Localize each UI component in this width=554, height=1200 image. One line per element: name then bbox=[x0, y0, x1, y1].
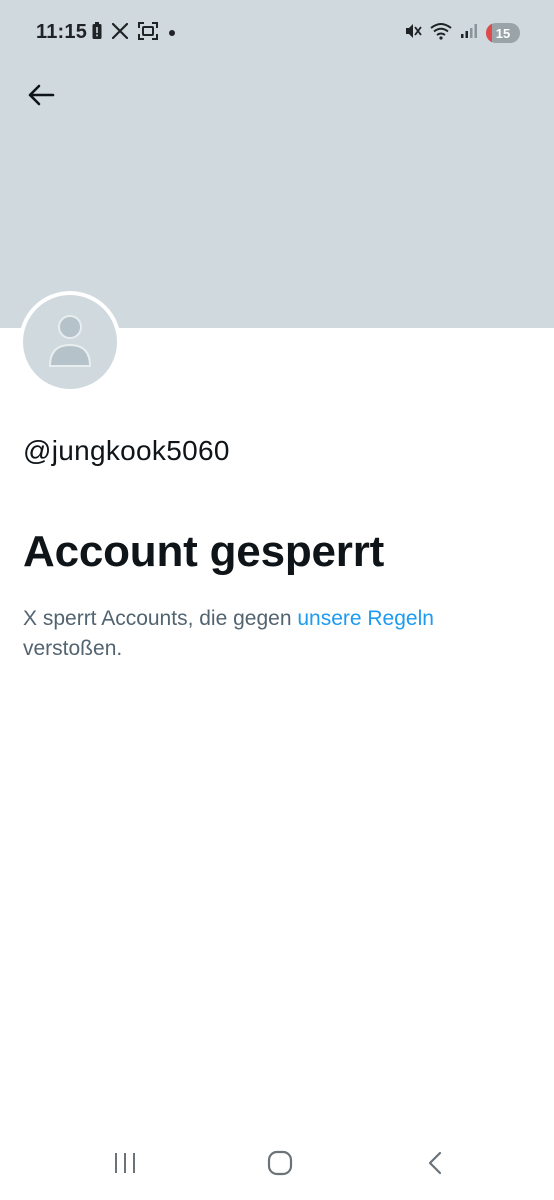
x-app-icon bbox=[111, 22, 129, 44]
rules-link[interactable]: unsere Regeln bbox=[297, 607, 434, 630]
recents-button[interactable] bbox=[103, 1148, 147, 1182]
back-icon bbox=[427, 1151, 443, 1180]
nav-back-button[interactable] bbox=[413, 1148, 457, 1182]
battery-alert-icon bbox=[92, 21, 102, 45]
arrow-left-icon bbox=[27, 84, 55, 111]
system-navigation-bar bbox=[0, 1130, 554, 1200]
default-user-icon bbox=[48, 315, 92, 367]
avatar bbox=[23, 295, 117, 389]
recents-icon bbox=[113, 1152, 137, 1179]
home-icon bbox=[267, 1150, 293, 1181]
battery-level: 15 bbox=[495, 25, 511, 41]
back-button[interactable] bbox=[20, 76, 62, 118]
suspended-title: Account gesperrt bbox=[23, 527, 385, 576]
avatar-ring bbox=[19, 291, 121, 393]
mute-icon bbox=[404, 22, 422, 45]
profile-handle: @jungkook5060 bbox=[23, 435, 230, 466]
suspended-profile-screen: 11:15 15 @jungkook5060 Account gesperrt … bbox=[0, 0, 554, 1200]
suspended-description: X sperrt Accounts, die gegen unsere Rege… bbox=[23, 604, 523, 664]
dot-icon bbox=[168, 24, 176, 42]
signal-icon bbox=[460, 23, 478, 44]
description-suffix: verstoßen. bbox=[23, 637, 123, 660]
home-button[interactable] bbox=[258, 1148, 302, 1182]
battery-indicator: 15 bbox=[486, 23, 520, 43]
screenshot-icon bbox=[138, 21, 158, 45]
status-time: 11:15 bbox=[36, 21, 88, 43]
status-right-icons: 15 bbox=[404, 22, 520, 44]
description-prefix: X sperrt Accounts, die gegen bbox=[23, 607, 298, 630]
status-bar: 11:15 15 bbox=[0, 0, 554, 66]
wifi-icon bbox=[430, 22, 452, 45]
status-left-icons bbox=[92, 21, 176, 45]
